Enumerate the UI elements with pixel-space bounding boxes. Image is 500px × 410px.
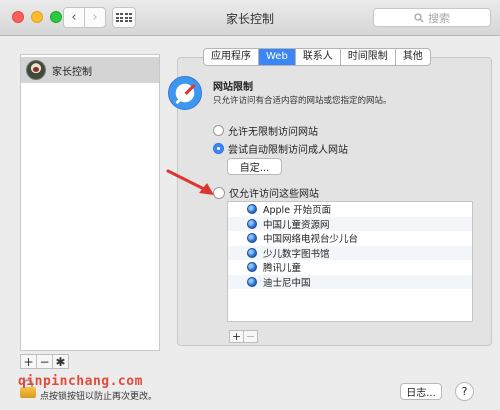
- avatar: [26, 60, 46, 80]
- radio-button-selected[interactable]: [213, 143, 224, 154]
- search-icon: [414, 12, 424, 22]
- list-item[interactable]: 迪士尼中国: [228, 274, 472, 289]
- minus-icon: −: [39, 354, 50, 369]
- tab-web[interactable]: Web: [259, 49, 296, 65]
- site-name: Apple 开始页面: [263, 205, 332, 217]
- minus-icon: −: [245, 330, 256, 343]
- radio-label: 仅允许访问这些网站: [229, 189, 319, 200]
- remove-user-button[interactable]: −: [36, 354, 53, 369]
- globe-icon: [247, 233, 257, 244]
- lock-hint: 点按锁按钮以防止再次更改。: [40, 392, 158, 402]
- help-button[interactable]: ?: [455, 382, 474, 401]
- list-item[interactable]: 中国儿童资源网: [228, 216, 472, 231]
- site-name: 少儿数字图书馆: [263, 248, 330, 260]
- gear-icon: ✱: [55, 354, 66, 369]
- section-description: 只允许访问有合适内容的网站或您指定的网站。: [213, 96, 392, 106]
- add-site-button[interactable]: +: [229, 330, 244, 343]
- search-input[interactable]: 搜索: [373, 8, 491, 27]
- plus-icon: +: [231, 330, 242, 343]
- site-name: 中国网络电视台少儿台: [263, 234, 359, 246]
- customize-button[interactable]: 自定...: [227, 158, 282, 175]
- title-bar: ‹ › 家长控制 搜索: [0, 0, 500, 36]
- site-name: 腾讯儿童: [263, 263, 302, 275]
- radio-button[interactable]: [213, 125, 224, 136]
- tab-applications[interactable]: 应用程序: [204, 49, 259, 65]
- log-button[interactable]: 日志...: [400, 383, 442, 400]
- plus-icon: +: [23, 354, 34, 369]
- site-name: 迪士尼中国: [263, 277, 311, 289]
- radio-button[interactable]: [213, 186, 225, 199]
- search-placeholder: 搜索: [428, 11, 450, 25]
- globe-icon: [247, 218, 257, 229]
- site-list-toolbar: + −: [229, 330, 258, 343]
- globe-icon: [247, 204, 257, 215]
- radio-allow-only[interactable]: 仅允许访问这些网站: [213, 185, 319, 200]
- tab-contacts[interactable]: 联系人: [296, 49, 341, 65]
- add-user-button[interactable]: +: [20, 354, 37, 369]
- remove-site-button[interactable]: −: [243, 330, 258, 343]
- radio-unrestricted[interactable]: 允许无限制访问网站: [213, 123, 318, 138]
- user-sidebar: 家长控制: [20, 54, 160, 351]
- list-item[interactable]: 少儿数字图书馆: [228, 245, 472, 260]
- site-name: 中国儿童资源网: [263, 219, 330, 231]
- list-item[interactable]: 腾讯儿童: [228, 260, 472, 275]
- list-item[interactable]: Apple 开始页面: [228, 202, 472, 217]
- list-item[interactable]: 中国网络电视台少儿台: [228, 231, 472, 246]
- radio-limit-adult[interactable]: 尝试自动限制访问成人网站: [213, 141, 348, 156]
- sidebar-item-label: 家长控制: [52, 66, 92, 78]
- safari-compass-icon: [168, 76, 202, 110]
- watermark: qinpinchang.com: [18, 374, 143, 389]
- tab-time-limits[interactable]: 时间限制: [341, 49, 396, 65]
- allowed-sites-list[interactable]: Apple 开始页面 中国儿童资源网 中国网络电视台少儿台 少儿数字图书馆 腾讯…: [227, 201, 473, 322]
- globe-icon: [247, 247, 257, 258]
- radio-label: 尝试自动限制访问成人网站: [228, 145, 348, 156]
- section-title: 网站限制: [213, 82, 253, 93]
- tab-bar: 应用程序 Web 联系人 时间限制 其他: [203, 48, 431, 66]
- radio-label: 允许无限制访问网站: [228, 127, 318, 138]
- sidebar-toolbar: + − ✱: [20, 354, 69, 369]
- tab-other[interactable]: 其他: [396, 49, 430, 65]
- sidebar-item-parental-controls[interactable]: 家长控制: [21, 57, 159, 83]
- globe-icon: [247, 262, 257, 273]
- globe-icon: [247, 276, 257, 287]
- settings-button[interactable]: ✱: [52, 354, 69, 369]
